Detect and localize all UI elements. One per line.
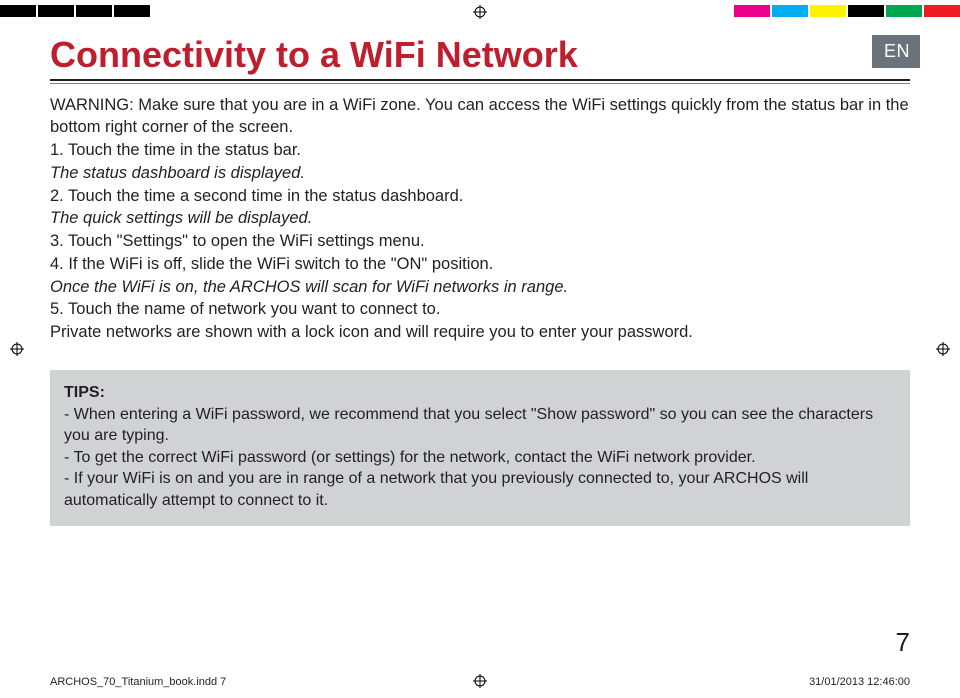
divider — [50, 83, 910, 84]
swatch — [848, 5, 884, 17]
step-2-note: The quick settings will be displayed. — [50, 207, 910, 230]
registration-mark-icon — [473, 5, 487, 19]
body-text: WARNING: Make sure that you are in a WiF… — [50, 94, 910, 344]
step-1: 1. Touch the time in the status bar. — [50, 139, 910, 162]
tip-item: - If your WiFi is on and you are in rang… — [64, 468, 896, 511]
divider — [50, 79, 910, 81]
registration-mark-icon — [10, 342, 24, 356]
page-number: 7 — [896, 627, 910, 658]
registration-mark-icon — [936, 342, 950, 356]
tips-heading: TIPS: — [64, 382, 896, 404]
swatch — [886, 5, 922, 17]
tip-item: - To get the correct WiFi password (or s… — [64, 447, 896, 469]
swatch — [38, 5, 74, 17]
swatch — [114, 5, 150, 17]
swatch — [76, 5, 112, 17]
swatch — [924, 5, 960, 17]
warning-text: WARNING: Make sure that you are in a WiF… — [50, 94, 910, 140]
step-4: 4. If the WiFi is off, slide the WiFi sw… — [50, 253, 910, 276]
tips-box: TIPS: - When entering a WiFi password, w… — [50, 370, 910, 526]
footer-timestamp: 31/01/2013 12:46:00 — [809, 676, 910, 688]
step-3: 3. Touch "Settings" to open the WiFi set… — [50, 230, 910, 253]
print-footer: ARCHOS_70_Titanium_book.indd 7 31/01/201… — [50, 676, 910, 688]
page-content: EN Connectivity to a WiFi Network WARNIN… — [50, 35, 910, 658]
language-badge: EN — [872, 35, 920, 68]
footer-filename: ARCHOS_70_Titanium_book.indd 7 — [50, 676, 226, 688]
swatch — [810, 5, 846, 17]
step-1-note: The status dashboard is displayed. — [50, 162, 910, 185]
step-4-note: Once the WiFi is on, the ARCHOS will sca… — [50, 276, 910, 299]
page-title: Connectivity to a WiFi Network — [50, 35, 910, 75]
step-5-note: Private networks are shown with a lock i… — [50, 321, 910, 344]
tip-item: - When entering a WiFi password, we reco… — [64, 404, 896, 447]
swatch — [772, 5, 808, 17]
swatch — [0, 5, 36, 17]
swatch — [734, 5, 770, 17]
step-5: 5. Touch the name of network you want to… — [50, 298, 910, 321]
step-2: 2. Touch the time a second time in the s… — [50, 185, 910, 208]
